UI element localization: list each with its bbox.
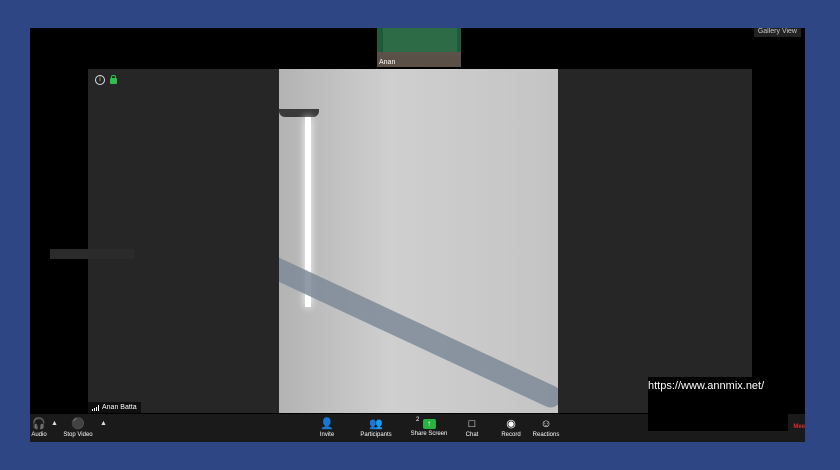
invite-label: Invite — [319, 432, 335, 438]
video-options-caret-icon[interactable]: ▲ — [100, 420, 107, 427]
chat-label: Chat — [465, 432, 479, 438]
reactions-button[interactable]: ☺ Reactions — [531, 414, 561, 442]
info-icon[interactable]: i — [95, 75, 105, 85]
people-icon: 👥 — [369, 418, 383, 430]
gallery-view-button[interactable]: Gallery View — [753, 28, 801, 37]
participants-button[interactable]: 👥 Participants — [356, 414, 396, 442]
chat-bubble-icon: □ — [468, 418, 476, 430]
participant-name-tag: Anan Batta — [88, 402, 141, 413]
stop-video-label: Stop Video — [63, 432, 93, 438]
share-screen-label: Share Screen — [410, 431, 448, 437]
participants-label: Participants — [360, 432, 392, 438]
participant-name: Anan Batta — [102, 404, 137, 411]
participant-thumbnail[interactable]: Anan — [377, 28, 461, 67]
signal-icon — [92, 404, 99, 411]
share-screen-button[interactable]: ↑ Share Screen — [408, 414, 450, 442]
smiley-plus-icon: ☺ — [540, 418, 552, 430]
video-stage: i Anan Batta — [50, 69, 752, 413]
thumbnail-name: Anan — [379, 59, 396, 66]
audio-button[interactable]: 🎧 Audio — [30, 414, 48, 442]
record-button[interactable]: ◉ Record — [498, 414, 524, 442]
headphones-icon: 🎧 — [32, 418, 46, 430]
chat-button[interactable]: □ Chat — [462, 414, 482, 442]
record-label: Record — [501, 432, 521, 438]
active-speaker-video — [279, 69, 558, 413]
video-bar — [279, 239, 558, 412]
faded-label — [50, 249, 134, 259]
share-up-arrow-icon: ↑ — [422, 419, 436, 429]
reactions-label: Reactions — [532, 432, 560, 438]
stop-video-button[interactable]: ⚫ Stop Video — [60, 414, 96, 442]
audio-options-caret-icon[interactable]: ▲ — [51, 420, 58, 427]
watermark-url: https://www.annmix.net/ — [648, 380, 765, 392]
watermark-box: https://www.annmix.net/ — [648, 377, 788, 431]
audio-label: Audio — [31, 432, 47, 438]
thumbnail-board — [383, 28, 457, 52]
add-person-icon: 👤 — [320, 418, 334, 430]
camera-icon: ⚫ — [71, 418, 85, 430]
invite-button[interactable]: 👤 Invite — [315, 414, 339, 442]
lock-icon[interactable] — [110, 75, 117, 84]
end-meeting-button[interactable]: Mee — [793, 424, 805, 430]
record-icon: ◉ — [506, 418, 516, 430]
video-lamp-top — [279, 109, 319, 117]
